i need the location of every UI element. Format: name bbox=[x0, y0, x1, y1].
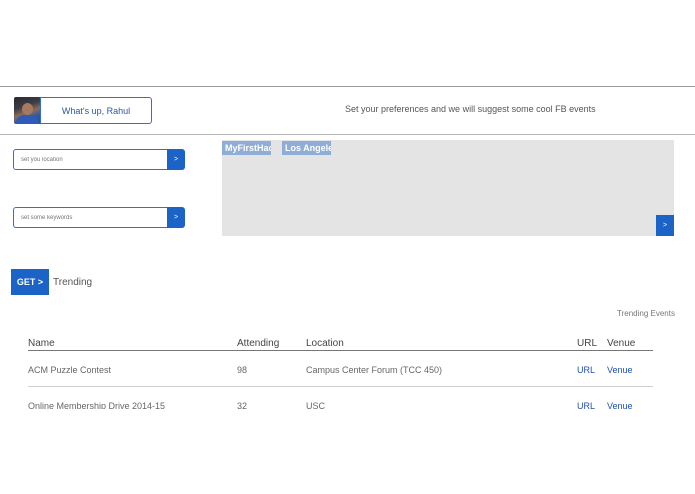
event-attending: 98 bbox=[237, 365, 248, 375]
event-url-link[interactable]: URL bbox=[577, 365, 595, 375]
event-venue-link[interactable]: Venue bbox=[607, 365, 633, 375]
table-viewport: ACM Puzzle Contest 98 Campus Center Foru… bbox=[0, 0, 695, 409]
event-location: USC bbox=[306, 401, 326, 409]
event-venue-link[interactable]: Venue bbox=[607, 401, 633, 409]
table-row-divider bbox=[28, 386, 653, 387]
event-attending: 32 bbox=[237, 401, 248, 409]
event-name: Online Membership Drive 2014-15 bbox=[28, 401, 166, 409]
event-url-link[interactable]: URL bbox=[577, 401, 595, 409]
event-location: Campus Center Forum (TCC 450) bbox=[306, 365, 443, 375]
event-name: ACM Puzzle Contest bbox=[28, 365, 112, 375]
